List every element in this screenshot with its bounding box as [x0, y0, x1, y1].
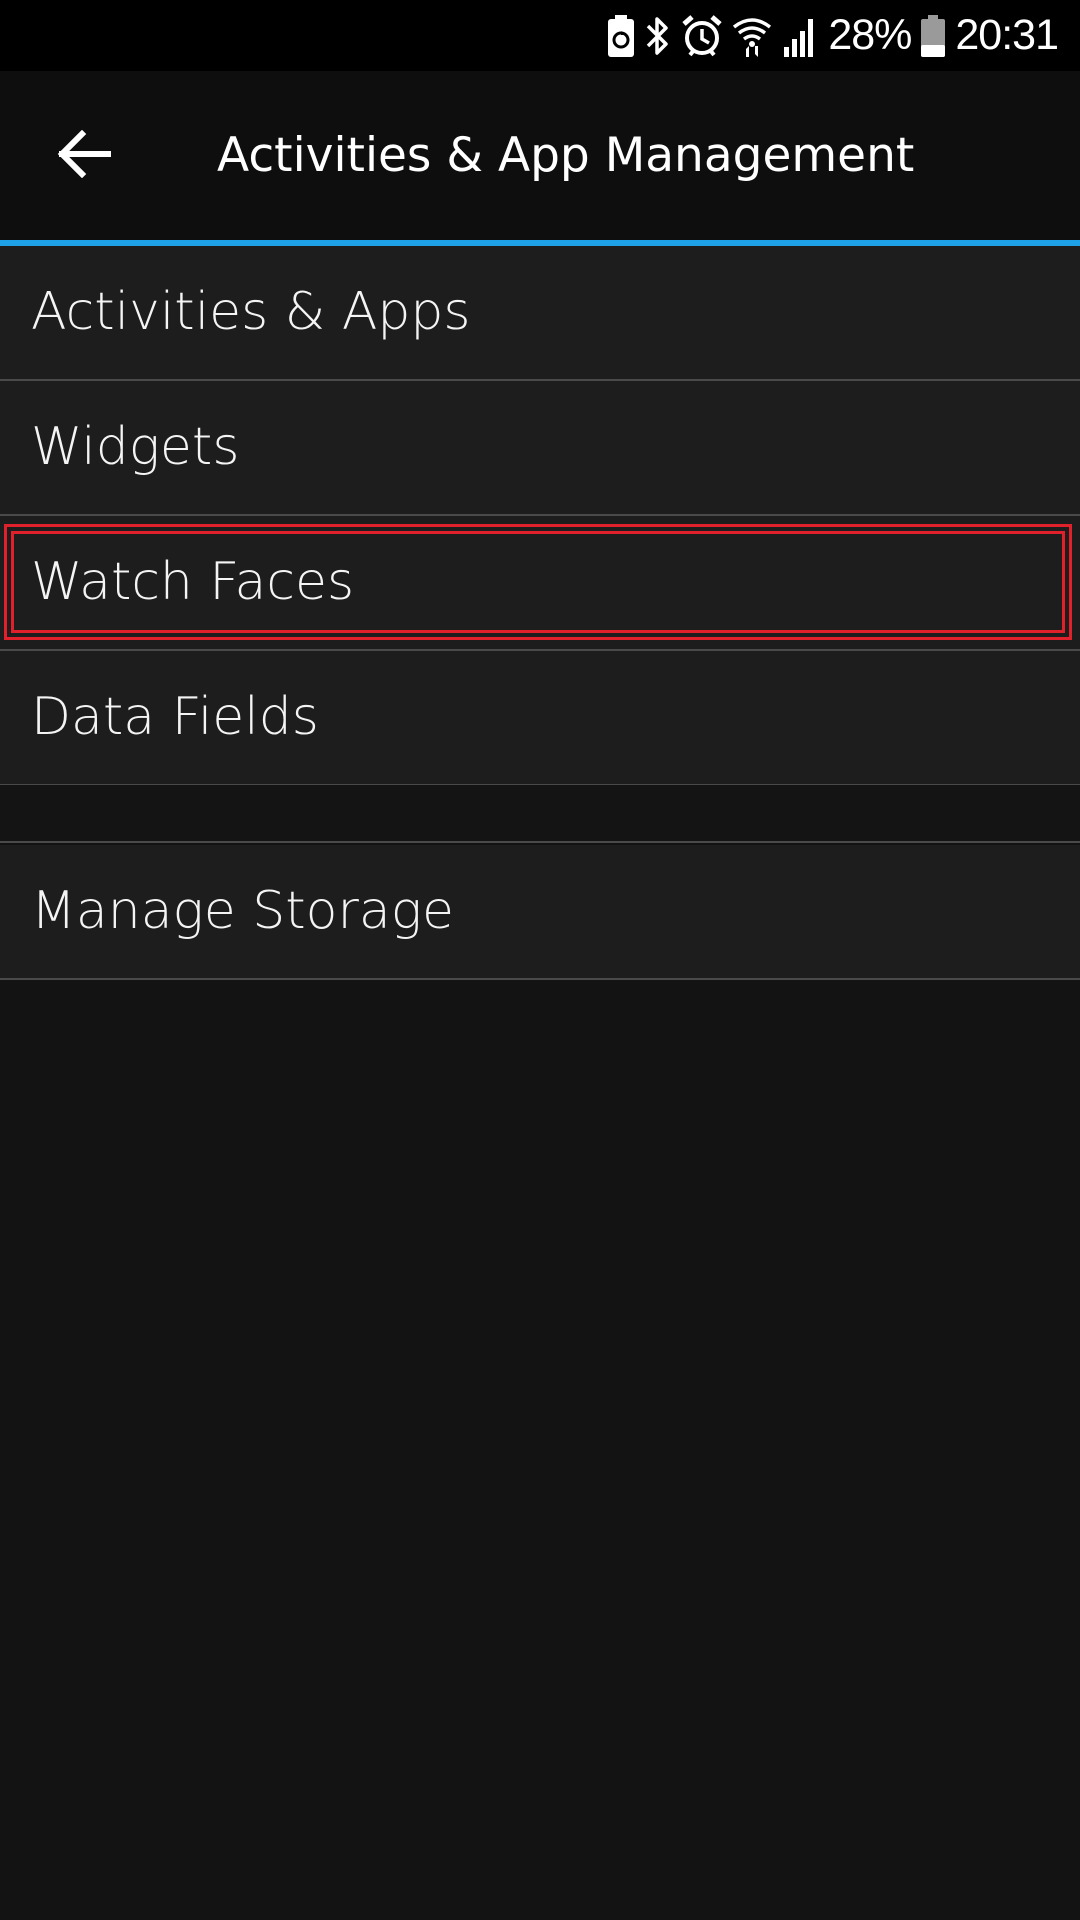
menu-item-data-fields[interactable]: Data Fields: [0, 651, 1080, 786]
menu-item-widgets[interactable]: Widgets: [0, 381, 1080, 516]
page-title: Activities & App Management: [217, 128, 915, 183]
signal-icon: [782, 15, 818, 57]
battery-icon: [921, 14, 946, 57]
battery-saver-icon: [608, 14, 635, 57]
status-icons: 28% 20:31: [598, 0, 1059, 71]
alarm-icon: [682, 14, 722, 57]
menu-item-activities-apps[interactable]: Activities & Apps: [0, 246, 1080, 381]
status-time: 20:31: [955, 11, 1059, 59]
menu-item-label: Data Fields: [31, 687, 319, 747]
menu-item-label: Watch Faces: [31, 552, 355, 612]
section-spacer: [0, 785, 1080, 843]
menu-item-watch-faces[interactable]: Watch Faces: [0, 516, 1080, 651]
menu-item-label: Activities & Apps: [31, 282, 471, 342]
status-bar: 28% 20:31: [0, 0, 1080, 71]
menu-item-manage-storage[interactable]: Manage Storage: [0, 845, 1080, 980]
menu-item-label: Manage Storage: [31, 881, 454, 941]
battery-percent: 28%: [828, 11, 912, 59]
bluetooth-icon: [644, 15, 672, 57]
arrow-left-icon: [56, 129, 112, 182]
menu-item-label: Widgets: [31, 417, 240, 477]
app-bar: Activities & App Management: [0, 71, 1080, 240]
back-button[interactable]: [48, 126, 120, 186]
wifi-icon: [732, 15, 772, 57]
